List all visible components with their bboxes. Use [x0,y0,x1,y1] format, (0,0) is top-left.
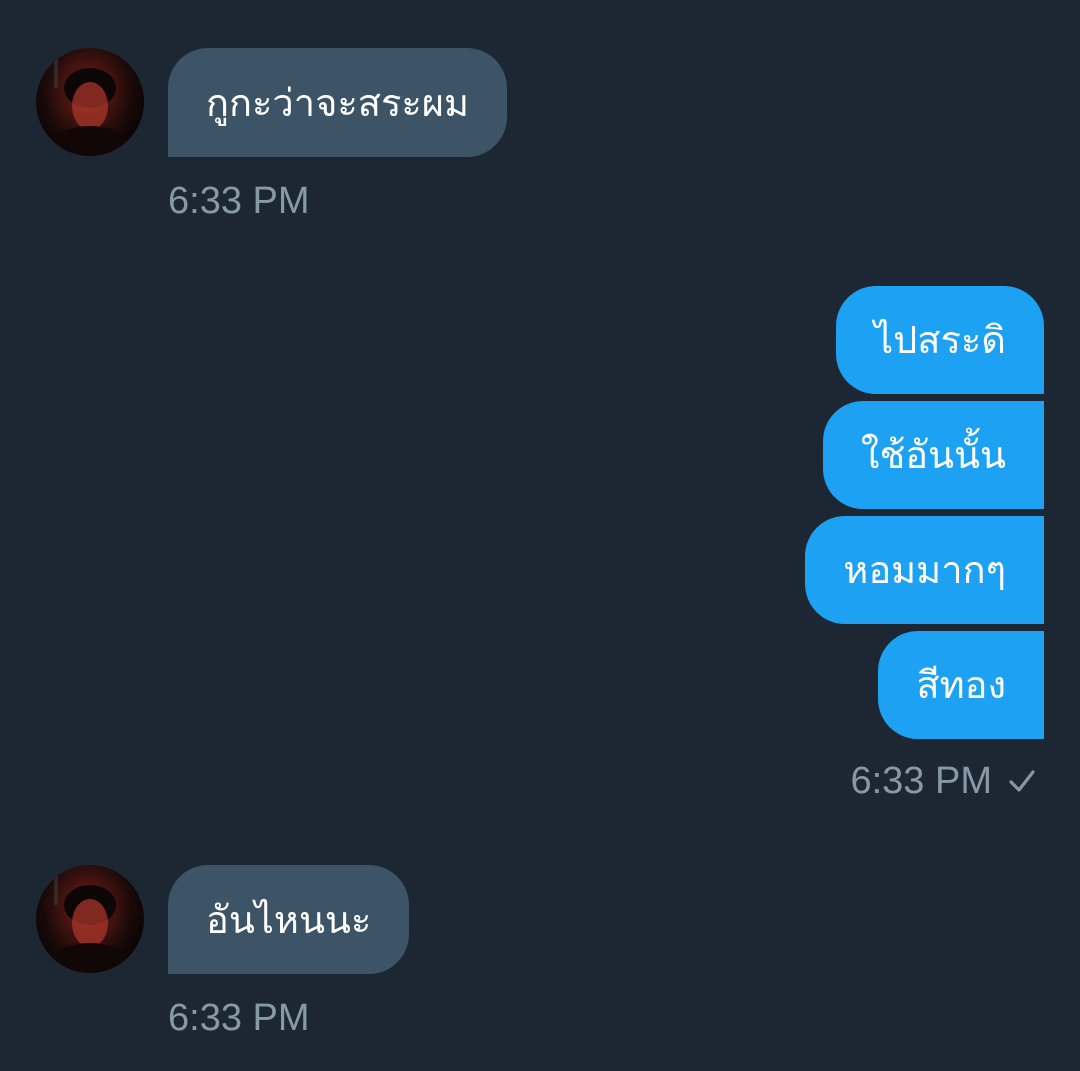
message-bubble-outgoing[interactable]: หอมมากๆ [805,516,1044,624]
message-status-row: 6:33 PM [850,762,1038,800]
message-text: สีทอง [916,663,1006,707]
message-bubble-incoming[interactable]: อันไหนนะ [168,865,410,974]
message-text: ไปสระดิ [874,318,1006,362]
message-timestamp: 6:33 PM [168,180,310,222]
message-bubble-outgoing[interactable]: สีทอง [878,631,1044,739]
message-text: อันไหนนะ [206,897,372,942]
avatar[interactable] [36,865,144,973]
conversation-thread: กูกะว่าจะสระผม 6:33 PM ไปสระดิ ใช้อันนั้… [0,0,1080,1071]
message-bubble-outgoing[interactable]: ใช้อันนั้น [822,401,1044,509]
message-text: หอมมากๆ [843,548,1006,592]
message-text: ใช้อันนั้น [860,433,1006,477]
message-bubble-incoming[interactable]: กูกะว่าจะสระผม [168,48,508,157]
message-bubble-outgoing[interactable]: ไปสระดิ [836,286,1044,394]
profile-photo [50,865,130,973]
profile-photo [50,48,130,156]
check-icon [1006,765,1038,797]
avatar[interactable] [36,48,144,156]
message-timestamp: 6:33 PM [168,997,310,1039]
message-timestamp: 6:33 PM [850,760,992,802]
message-text: กูกะว่าจะสระผม [206,80,470,125]
